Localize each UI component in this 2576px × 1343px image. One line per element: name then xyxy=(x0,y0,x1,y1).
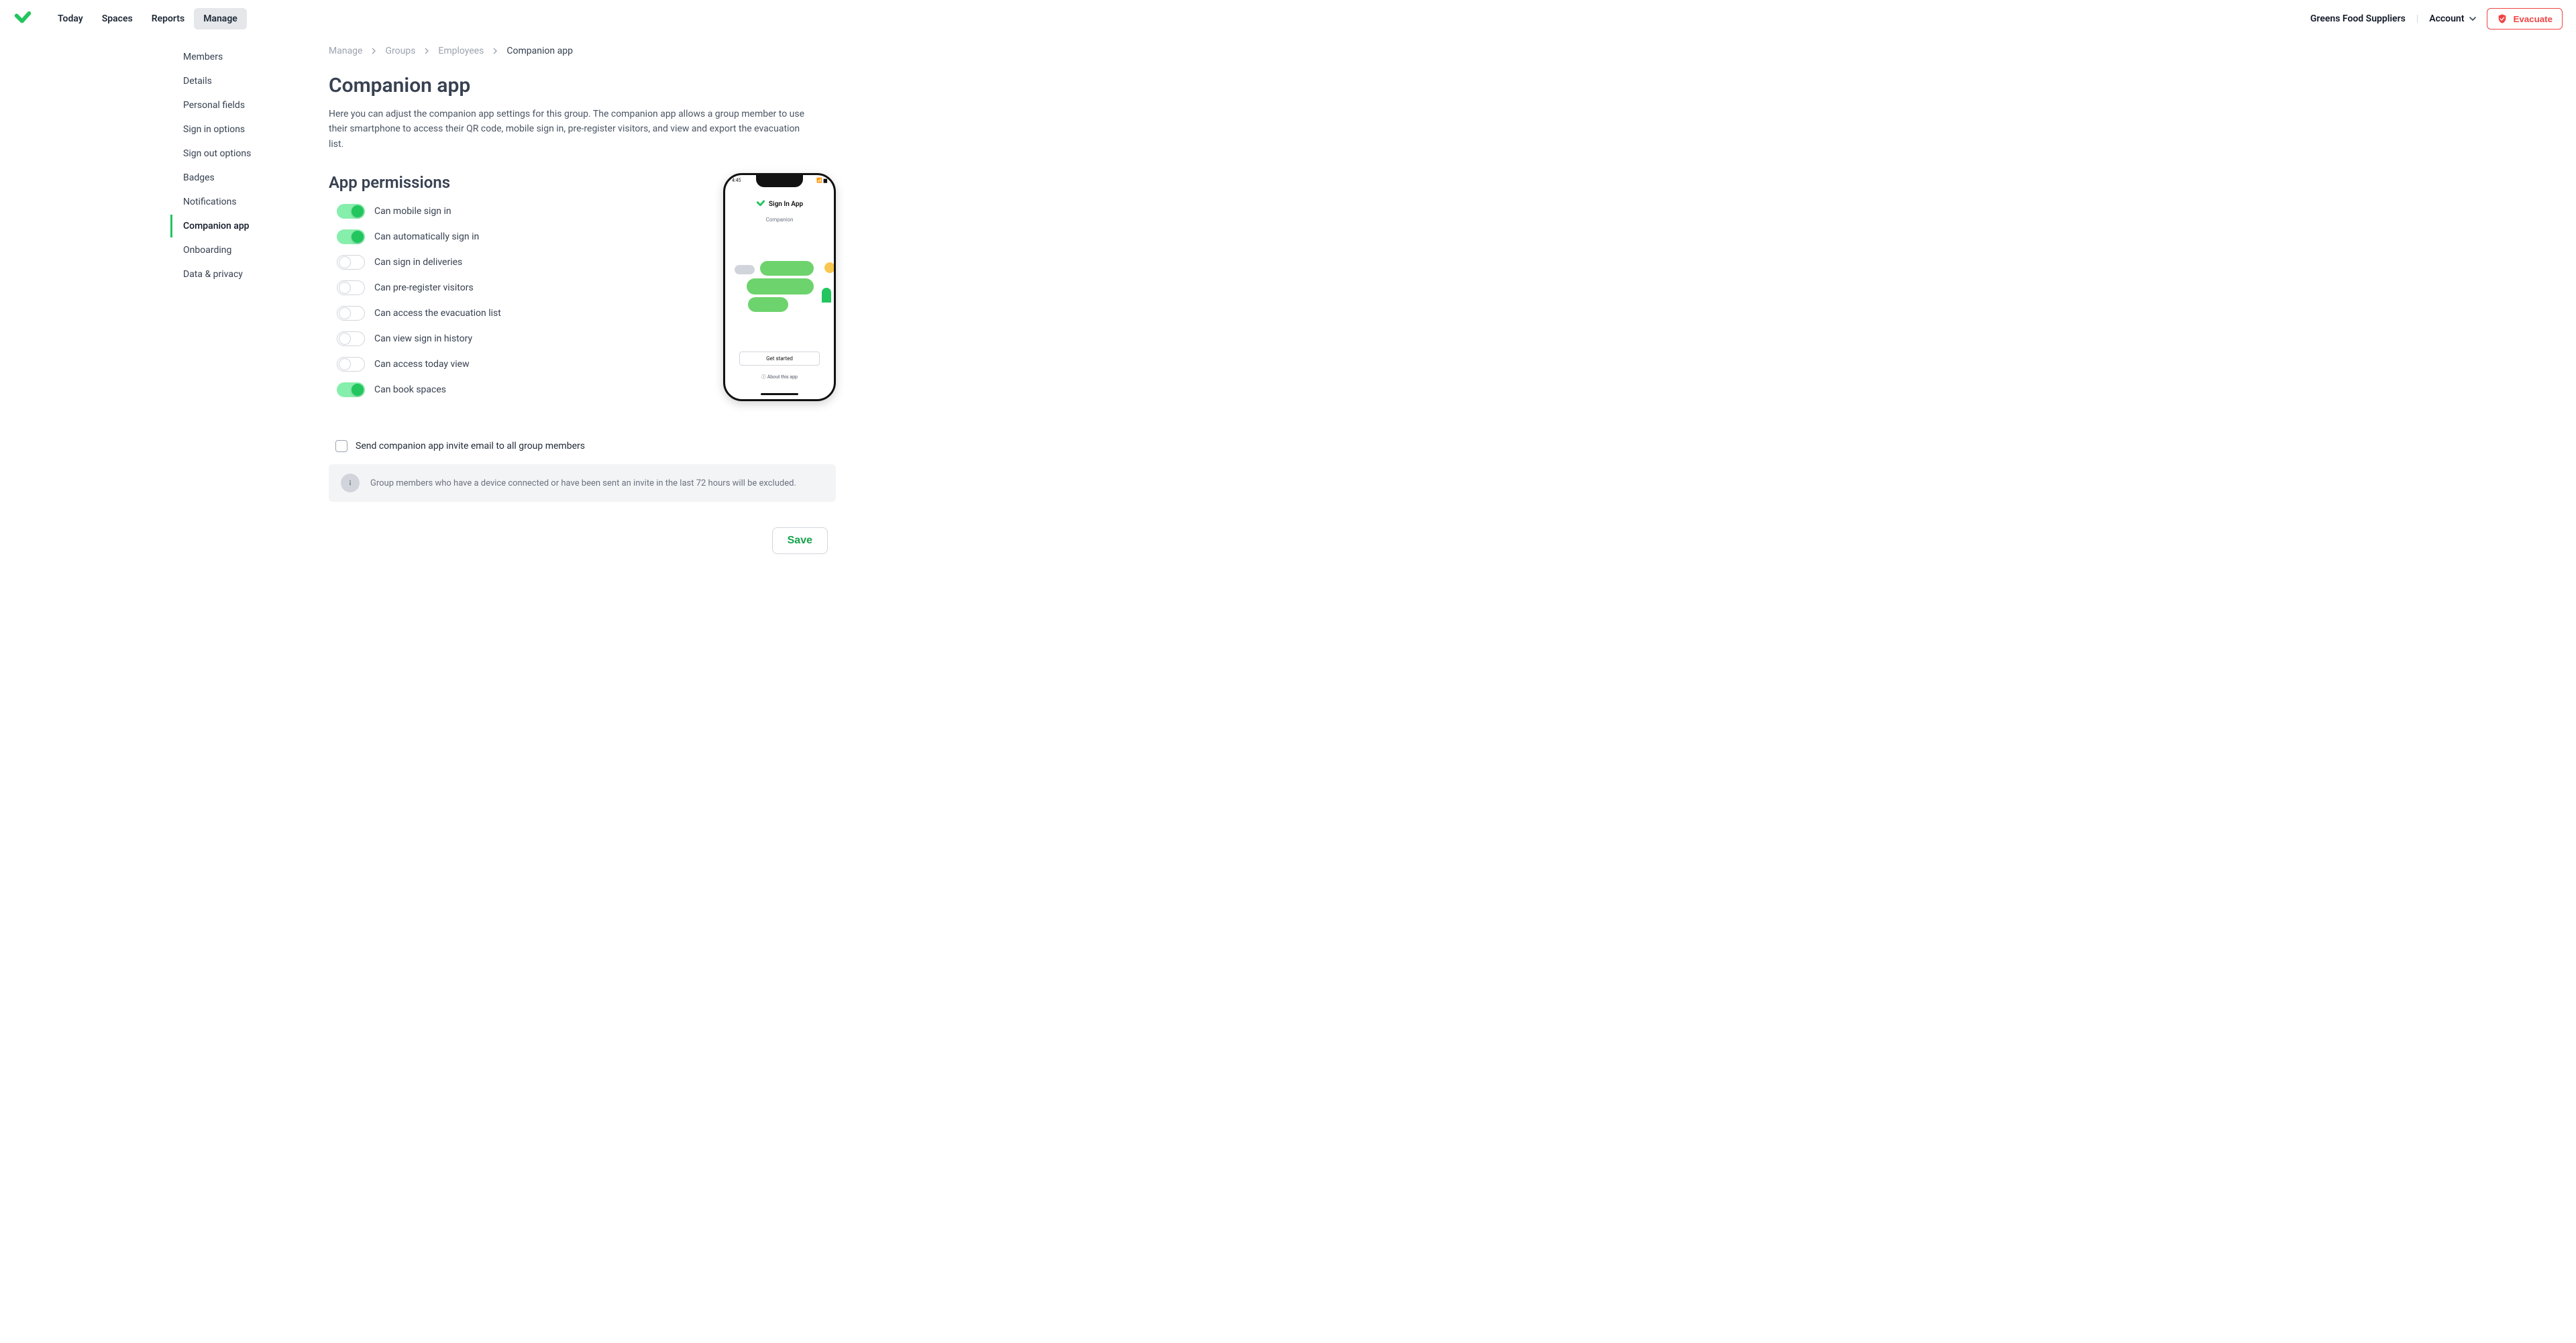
permission-row: Can automatically sign in xyxy=(337,229,696,244)
sidebar-item-notifications[interactable]: Notifications xyxy=(170,191,326,213)
breadcrumb-link[interactable]: Employees xyxy=(438,46,484,56)
permission-label: Can sign in deliveries xyxy=(374,257,462,268)
permission-toggle[interactable] xyxy=(337,229,365,244)
sidebar-item-personal-fields[interactable]: Personal fields xyxy=(170,94,326,117)
permission-toggle[interactable] xyxy=(337,306,365,321)
permission-row: Can pre-register visitors xyxy=(337,280,696,295)
nav-item-reports[interactable]: Reports xyxy=(142,8,195,30)
phone-about-link: ⓘ About this app xyxy=(725,374,834,380)
permission-label: Can access today view xyxy=(374,359,470,370)
sidebar-item-members[interactable]: Members xyxy=(170,46,326,68)
evacuate-label: Evacuate xyxy=(2513,14,2553,24)
phone-homebar xyxy=(761,393,798,395)
phone-preview: 4:45 📶 ▆ Sign In App Companion xyxy=(723,173,836,401)
nav-item-today[interactable]: Today xyxy=(48,8,93,30)
permission-label: Can book spaces xyxy=(374,384,446,395)
breadcrumb-link[interactable]: Manage xyxy=(329,46,362,56)
permission-toggle[interactable] xyxy=(337,280,365,295)
permission-toggle[interactable] xyxy=(337,331,365,346)
phone-cta-button: Get started xyxy=(739,352,820,366)
permission-label: Can automatically sign in xyxy=(374,231,479,242)
permission-row: Can view sign in history xyxy=(337,331,696,346)
divider: | xyxy=(2416,13,2418,24)
permissions-heading: App permissions xyxy=(329,173,696,192)
permission-row: Can sign in deliveries xyxy=(337,255,696,270)
breadcrumb: Manage Groups Employees Companion app xyxy=(329,46,836,56)
breadcrumb-current: Companion app xyxy=(506,46,573,56)
nav-item-spaces[interactable]: Spaces xyxy=(93,8,142,30)
chevron-right-icon xyxy=(423,48,430,54)
permission-label: Can pre-register visitors xyxy=(374,282,474,293)
permission-toggle[interactable] xyxy=(337,204,365,219)
permission-toggle[interactable] xyxy=(337,357,365,372)
permission-label: Can access the evacuation list xyxy=(374,308,501,319)
sidebar-item-details[interactable]: Details xyxy=(170,70,326,93)
permission-label: Can mobile sign in xyxy=(374,206,451,217)
sidebar-item-sign-in-options[interactable]: Sign in options xyxy=(170,118,326,141)
logo-icon[interactable] xyxy=(13,9,32,28)
permission-row: Can book spaces xyxy=(337,382,696,397)
invite-checkbox-label: Send companion app invite email to all g… xyxy=(356,441,585,451)
info-banner: Group members who have a device connecte… xyxy=(329,464,836,502)
shield-icon xyxy=(2497,13,2508,24)
permission-toggle[interactable] xyxy=(337,382,365,397)
nav-item-manage[interactable]: Manage xyxy=(194,8,247,30)
page-description: Here you can adjust the companion app se… xyxy=(329,107,812,152)
invite-checkbox[interactable] xyxy=(335,440,347,452)
sidebar-item-companion-app[interactable]: Companion app xyxy=(170,215,326,237)
phone-illustration xyxy=(740,261,834,321)
save-button[interactable]: Save xyxy=(772,527,828,554)
chevron-right-icon xyxy=(492,48,498,54)
evacuate-button[interactable]: Evacuate xyxy=(2487,8,2563,30)
phone-app-name: Sign In App xyxy=(769,201,803,208)
sidebar: MembersDetailsPersonal fieldsSign in opt… xyxy=(158,46,326,554)
permission-row: Can access the evacuation list xyxy=(337,306,696,321)
info-banner-text: Group members who have a device connecte… xyxy=(370,478,796,488)
sidebar-item-data-privacy[interactable]: Data & privacy xyxy=(170,263,326,286)
permission-label: Can view sign in history xyxy=(374,333,472,344)
sidebar-item-badges[interactable]: Badges xyxy=(170,166,326,189)
chevron-right-icon xyxy=(370,48,377,54)
phone-subtitle: Companion xyxy=(725,217,834,223)
org-name: Greens Food Suppliers xyxy=(2310,13,2406,24)
permission-toggle[interactable] xyxy=(337,255,365,270)
sidebar-item-onboarding[interactable]: Onboarding xyxy=(170,239,326,262)
breadcrumb-link[interactable]: Groups xyxy=(385,46,415,56)
phone-logo-icon xyxy=(756,199,765,209)
page-title: Companion app xyxy=(329,74,836,97)
account-label: Account xyxy=(2429,13,2464,24)
chevron-down-icon xyxy=(2469,15,2476,22)
account-dropdown[interactable]: Account xyxy=(2429,13,2476,24)
info-icon xyxy=(341,474,360,492)
permission-row: Can access today view xyxy=(337,357,696,372)
sidebar-item-sign-out-options[interactable]: Sign out options xyxy=(170,142,326,165)
permission-row: Can mobile sign in xyxy=(337,204,696,219)
